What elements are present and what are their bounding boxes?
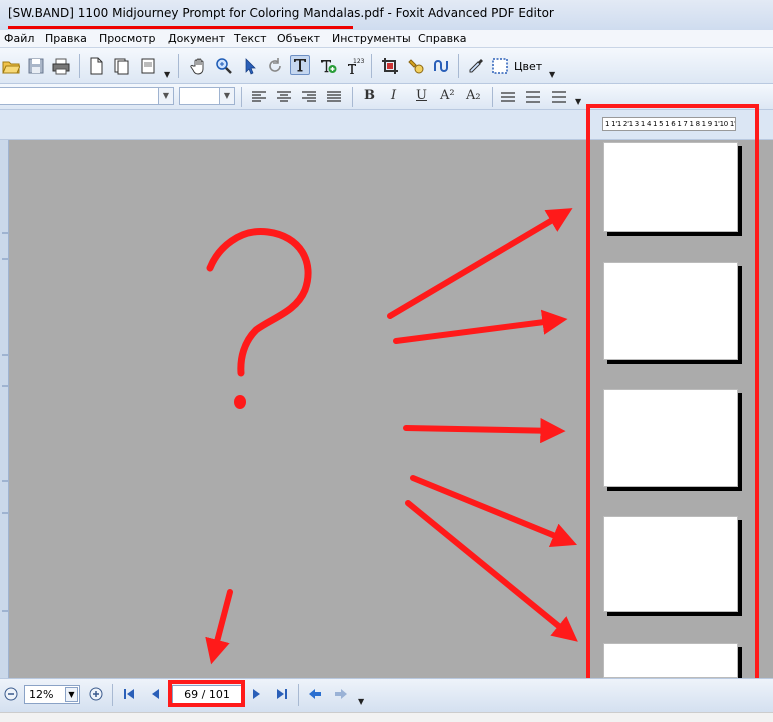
main-toolbar: ▼ 123 Цвет ▼: [0, 48, 773, 84]
color-label[interactable]: Цвет: [514, 60, 542, 73]
paragraph-spacing-icon[interactable]: [523, 87, 543, 107]
font-size-select[interactable]: ▼: [179, 87, 235, 105]
thumbnails-highlight-box: [586, 104, 759, 694]
list-icon[interactable]: [549, 87, 569, 107]
chevron-down-icon[interactable]: ▼: [219, 88, 234, 104]
bold-button[interactable]: B: [364, 88, 375, 103]
duplicate-page-icon[interactable]: [112, 56, 132, 76]
link-tool-icon[interactable]: [406, 56, 426, 76]
toolbar-separator: [458, 54, 459, 78]
title-bar: [SW.BAND] 1100 Midjourney Prompt for Col…: [0, 0, 773, 30]
chevron-down-icon[interactable]: ▼: [358, 697, 364, 706]
toolbar-separator: [79, 54, 80, 78]
toolbar-separator: [241, 87, 242, 107]
zoom-out-icon[interactable]: [4, 687, 18, 701]
color-swatch-icon[interactable]: [490, 56, 510, 76]
chevron-down-icon[interactable]: ▼: [65, 687, 78, 702]
line-spacing-icon[interactable]: [498, 87, 518, 107]
last-page-icon[interactable]: [275, 687, 289, 701]
save-icon[interactable]: [26, 56, 46, 76]
zoom-in-icon[interactable]: [89, 687, 103, 701]
status-separator: [298, 684, 299, 706]
align-justify-icon[interactable]: [324, 87, 344, 107]
toolbar-separator: [352, 87, 353, 107]
new-page-icon[interactable]: [86, 56, 106, 76]
add-text-icon[interactable]: [318, 56, 338, 76]
toolbar-separator: [178, 54, 179, 78]
select-arrow-icon[interactable]: [240, 56, 260, 76]
navigation-panel-strip[interactable]: [0, 140, 9, 678]
forward-view-icon[interactable]: [334, 687, 348, 701]
zoom-select[interactable]: 12% ▼: [24, 685, 80, 704]
first-page-icon[interactable]: [122, 687, 136, 701]
status-separator: [112, 684, 113, 706]
crop-icon[interactable]: [380, 56, 400, 76]
hand-tool-icon[interactable]: [189, 56, 209, 76]
menu-bar: Файл Правка Просмотр Документ Текст Объе…: [0, 30, 773, 48]
next-page-icon[interactable]: [250, 687, 264, 701]
toolbar-separator: [371, 54, 372, 78]
subscript-button[interactable]: A₂: [466, 88, 481, 103]
print-icon[interactable]: [51, 56, 71, 76]
previous-page-icon[interactable]: [148, 687, 162, 701]
chevron-down-icon[interactable]: ▼: [575, 97, 581, 106]
menu-object[interactable]: Объект: [277, 32, 320, 45]
window-title: [SW.BAND] 1100 Midjourney Prompt for Col…: [8, 6, 554, 20]
open-folder-icon[interactable]: [1, 56, 21, 76]
menu-document[interactable]: Документ: [168, 32, 225, 45]
superscript-button[interactable]: A²: [440, 88, 455, 103]
page-properties-icon[interactable]: [138, 56, 158, 76]
zoom-value: 12%: [29, 688, 54, 701]
zoom-tool-icon[interactable]: [214, 56, 234, 76]
path-tool-icon[interactable]: [432, 56, 452, 76]
menu-tools[interactable]: Инструменты: [332, 32, 411, 45]
chevron-down-icon[interactable]: ▼: [549, 70, 555, 79]
menu-help[interactable]: Справка: [418, 32, 466, 45]
svg-text:123: 123: [353, 58, 364, 65]
window-bottom-edge: [0, 712, 773, 722]
title-underline-annotation: [8, 26, 353, 29]
rotate-icon[interactable]: [265, 56, 285, 76]
menu-file[interactable]: Файл: [4, 32, 34, 45]
status-bar: 12% ▼ 69 / 101 ▼: [0, 678, 773, 712]
toolbar-separator: [492, 87, 493, 107]
chevron-down-icon[interactable]: ▼: [158, 88, 173, 104]
align-right-icon[interactable]: [299, 87, 319, 107]
eyedropper-icon[interactable]: [466, 56, 486, 76]
menu-edit[interactable]: Правка: [45, 32, 87, 45]
menu-text[interactable]: Текст: [234, 32, 267, 45]
italic-button[interactable]: I: [391, 88, 396, 103]
underline-button[interactable]: U: [416, 88, 427, 103]
align-center-icon[interactable]: [274, 87, 294, 107]
font-family-select[interactable]: ▼: [0, 87, 174, 105]
text-tool-icon[interactable]: [290, 55, 310, 75]
menu-view[interactable]: Просмотр: [99, 32, 155, 45]
chevron-down-icon[interactable]: ▼: [164, 70, 170, 79]
text-numbering-icon[interactable]: 123: [345, 56, 365, 76]
align-left-icon[interactable]: [249, 87, 269, 107]
page-number-highlight-box: [168, 680, 245, 707]
back-view-icon[interactable]: [308, 687, 322, 701]
